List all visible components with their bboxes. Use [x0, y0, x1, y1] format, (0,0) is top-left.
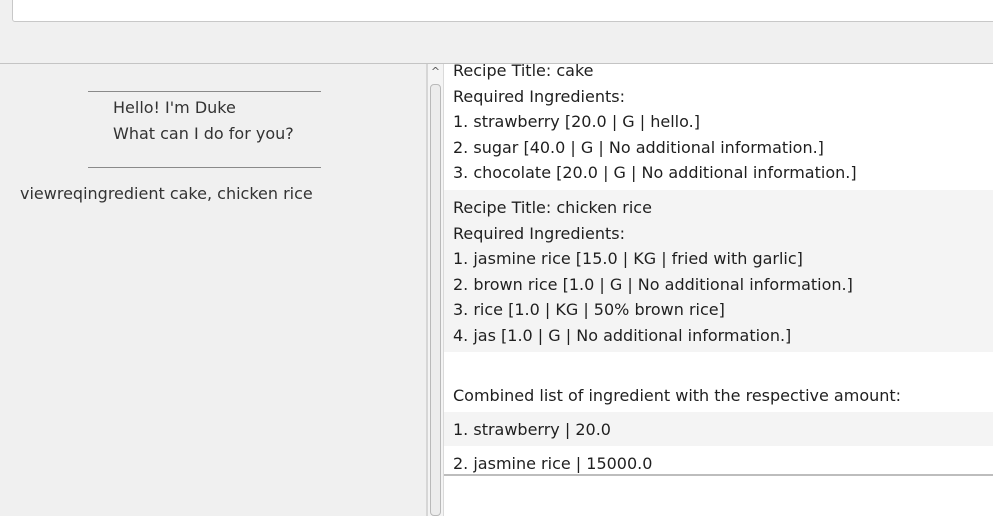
- separator-bottom: [88, 167, 321, 169]
- ingredient-item: 2. brown rice [1.0 | G | No additional i…: [453, 275, 853, 294]
- ingredient-item: 1. jasmine rice [15.0 | KG | fried with …: [453, 249, 803, 268]
- recipe-title: Recipe Title: chicken rice: [453, 198, 652, 217]
- scroll-up-arrow-icon[interactable]: ^: [428, 64, 443, 80]
- ingredient-item: 2. sugar [40.0 | G | No additional infor…: [453, 138, 824, 157]
- combined-row: 2. jasmine rice | 15000.0: [444, 446, 993, 474]
- greeting-line-1: Hello! I'm Duke: [113, 98, 236, 117]
- recipe-block-chicken-rice: Recipe Title: chicken rice Required Ingr…: [444, 190, 993, 352]
- bottom-separator: [444, 474, 993, 476]
- combined-row: 1. strawberry | 20.0: [444, 412, 993, 446]
- ingredient-item: 4. jas [1.0 | G | No additional informat…: [453, 326, 792, 345]
- user-command-text: viewreqingredient cake, chicken rice: [20, 184, 313, 203]
- recipe-block-cake: Recipe Title: cake Required Ingredients:…: [444, 64, 993, 190]
- response-pane: Recipe Title: cake Required Ingredients:…: [444, 64, 993, 516]
- command-input[interactable]: [12, 0, 993, 22]
- ingredients-header: Required Ingredients:: [453, 87, 625, 106]
- combined-header-block: Combined list of ingredient with the res…: [444, 352, 993, 412]
- ingredients-header: Required Ingredients:: [453, 224, 625, 243]
- scroll-thumb[interactable]: [430, 84, 441, 516]
- greeting-line-2: What can I do for you?: [113, 124, 294, 143]
- ingredient-item: 3. chocolate [20.0 | G | No additional i…: [453, 163, 857, 182]
- vertical-scrollbar[interactable]: ^: [428, 64, 444, 516]
- combined-header: Combined list of ingredient with the res…: [453, 386, 902, 405]
- combined-item: 2. jasmine rice | 15000.0: [453, 454, 653, 473]
- ingredient-item: 1. strawberry [20.0 | G | hello.]: [453, 112, 700, 131]
- separator-top: [88, 91, 321, 93]
- recipe-title: Recipe Title: cake: [453, 64, 594, 80]
- combined-item: 1. strawberry | 20.0: [453, 420, 611, 439]
- ingredient-item: 3. rice [1.0 | KG | 50% brown rice]: [453, 300, 725, 319]
